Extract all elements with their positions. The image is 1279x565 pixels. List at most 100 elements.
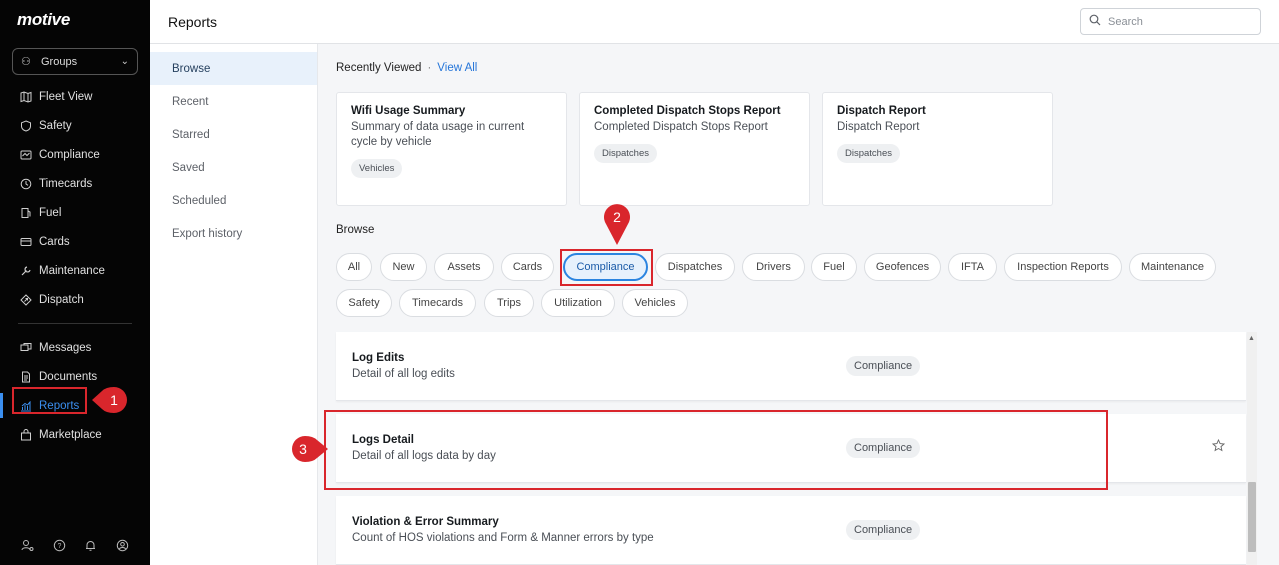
filter-pill-vehicles[interactable]: Vehicles [622,289,688,317]
card-tag: Dispatches [837,144,900,163]
recently-viewed-header: Recently Viewed · View All [336,62,478,74]
filter-pill-trips[interactable]: Trips [484,289,534,317]
filter-pill-geofences[interactable]: Geofences [864,253,941,281]
groups-icon: ⚇ [21,56,31,68]
subnav-item-starred[interactable]: Starred [150,118,317,151]
svg-text:?: ? [57,543,61,550]
subnav-item-recent[interactable]: Recent [150,85,317,118]
fuel-icon [18,207,33,219]
filter-pill-cards[interactable]: Cards [501,253,554,281]
nav-label: Fuel [39,206,62,219]
recent-report-card[interactable]: Wifi Usage Summary Summary of data usage… [336,92,567,206]
logs-detail-highlight-box [324,410,1108,490]
account-icon[interactable] [114,537,130,553]
subnav-item-scheduled[interactable]: Scheduled [150,184,317,217]
top-header: Reports Search [150,0,1279,44]
card-icon [18,236,33,248]
page-title: Reports [168,14,218,30]
nav-item-fuel[interactable]: Fuel [0,198,150,227]
report-description: Detail of all log edits [352,368,455,380]
nav-label: Safety [39,119,72,132]
nav-label: Documents [39,370,98,383]
step-1-label: 1 [110,392,118,408]
groups-dropdown[interactable]: ⚇ Groups ⌄ [12,48,138,75]
reports-subnav: Browse Recent Starred Saved Scheduled Ex… [150,44,318,565]
card-title: Wifi Usage Summary [351,105,466,117]
recent-report-card[interactable]: Dispatch Report Dispatch Report Dispatch… [822,92,1053,206]
star-icon[interactable] [1211,438,1226,455]
view-all-link[interactable]: View All [437,62,477,74]
nav-item-cards[interactable]: Cards [0,227,150,256]
subnav-item-saved[interactable]: Saved [150,151,317,184]
card-tag: Dispatches [594,144,657,163]
filter-pill-drivers[interactable]: Drivers [742,253,805,281]
report-list-scrollbar[interactable]: ▲ [1247,332,1257,565]
step-1-marker: 1 [92,387,127,413]
groups-label: Groups [41,55,78,68]
scroll-up-icon[interactable]: ▲ [1248,335,1255,342]
card-description: Dispatch Report [837,121,920,133]
nav-item-dispatch[interactable]: Dispatch [0,285,150,314]
nav-label: Compliance [39,148,100,161]
help-icon[interactable]: ? [51,537,67,553]
filter-pill-ifta[interactable]: IFTA [948,253,997,281]
card-description: Completed Dispatch Stops Report [594,121,768,133]
nav-item-fleet-view[interactable]: Fleet View [0,82,150,111]
filter-pill-assets[interactable]: Assets [434,253,494,281]
filter-pill-all[interactable]: All [336,253,372,281]
filter-pill-timecards[interactable]: Timecards [399,289,476,317]
nav-item-compliance[interactable]: Compliance [0,140,150,169]
nav-item-messages[interactable]: Messages [0,333,150,362]
report-row-log-edits[interactable]: Log Edits Detail of all log edits Compli… [336,332,1246,401]
nav-label: Maintenance [39,264,105,277]
nav-item-safety[interactable]: Safety [0,111,150,140]
bell-icon[interactable] [83,537,99,553]
report-title: Violation & Error Summary [352,516,499,528]
card-description: Summary of data usage in current cycle b… [351,121,525,148]
chevron-down-icon: ⌄ [120,56,129,67]
shield-icon [18,119,33,132]
nav-label: Dispatch [39,293,84,306]
motive-logo[interactable]: motive [17,10,70,30]
wrench-icon [18,265,33,277]
messages-icon [18,342,33,354]
dispatch-icon [18,293,33,306]
report-title: Log Edits [352,352,405,364]
search-input[interactable]: Search [1080,8,1261,35]
reports-highlight-box [12,387,87,414]
nav-item-timecards[interactable]: Timecards [0,169,150,198]
filter-pill-utilization[interactable]: Utilization [541,289,615,317]
main-content: Recently Viewed · View All Wifi Usage Summ… [292,44,1279,565]
nav-divider [18,323,132,324]
sidebar: motive ⚇ Groups ⌄ Fleet View Safety Comp… [0,0,150,565]
scroll-thumb[interactable] [1248,482,1256,552]
compliance-icon [18,149,33,161]
recent-report-card[interactable]: Completed Dispatch Stops Report Complete… [579,92,810,206]
user-settings-icon[interactable] [20,537,36,553]
nav-label: Timecards [39,177,93,190]
card-title: Dispatch Report [837,105,926,117]
map-icon [18,90,33,103]
step-3-marker: 3 [292,436,328,462]
recently-viewed-title: Recently Viewed [336,62,422,74]
subnav-item-export-history[interactable]: Export history [150,217,317,250]
filter-pill-inspection-reports[interactable]: Inspection Reports [1004,253,1122,281]
nav-item-maintenance[interactable]: Maintenance [0,256,150,285]
subnav-item-browse[interactable]: Browse [150,52,317,85]
search-icon [1089,14,1101,29]
filter-pill-safety[interactable]: Safety [336,289,392,317]
nav-label: Cards [39,235,70,248]
filter-pill-fuel[interactable]: Fuel [811,253,857,281]
report-description: Count of HOS violations and Form & Manne… [352,532,654,544]
document-icon [18,371,33,383]
step-3-label: 3 [299,441,307,457]
nav-label: Fleet View [39,90,93,103]
filter-pill-dispatches[interactable]: Dispatches [655,253,735,281]
filter-pill-new[interactable]: New [380,253,427,281]
sidebar-footer: ? [0,537,150,553]
nav-item-marketplace[interactable]: Marketplace [0,420,150,449]
filter-pill-maintenance[interactable]: Maintenance [1129,253,1216,281]
report-category-tag: Compliance [846,520,921,540]
search-placeholder: Search [1108,15,1143,28]
report-row-violation-error-summary[interactable]: Violation & Error Summary Count of HOS v… [336,496,1246,565]
